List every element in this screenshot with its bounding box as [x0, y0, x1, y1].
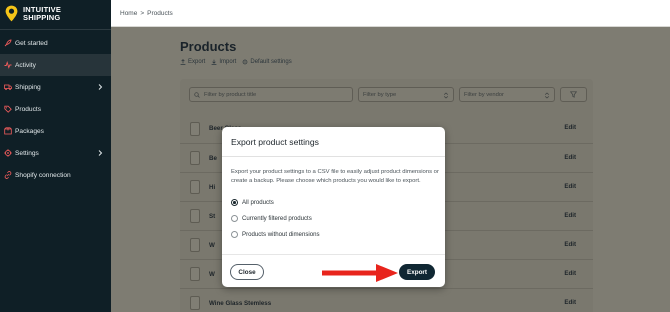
- radio-unselected[interactable]: [231, 231, 238, 238]
- funnel-icon: [570, 91, 577, 98]
- radio-selected[interactable]: [231, 199, 238, 206]
- option-label: Currently filtered products: [242, 215, 312, 222]
- edit-link[interactable]: Edit: [564, 124, 576, 131]
- select-caret-icon: [443, 92, 449, 99]
- export-action[interactable]: Export: [180, 59, 205, 65]
- gear-icon: [4, 149, 12, 157]
- table-row[interactable]: Wine Glass Stemless Edit: [180, 288, 593, 312]
- sidebar-item-label: Activity: [15, 61, 36, 69]
- rocket-icon: [4, 39, 12, 47]
- type-placeholder: Filter by type: [363, 91, 397, 98]
- product-name: Be: [209, 154, 217, 162]
- package-icon: [4, 127, 12, 135]
- sidebar-nav: Get started Activity Shipping Products P…: [0, 32, 111, 186]
- activity-icon: [4, 61, 12, 69]
- arrow-right-icon: [322, 264, 398, 282]
- sidebar-item-label: Get started: [15, 39, 48, 47]
- filter-by-vendor-select[interactable]: Filter by vendor: [459, 87, 555, 102]
- modal-title: Export product settings: [222, 127, 445, 157]
- truck-icon: [4, 83, 12, 91]
- brand-logo[interactable]: INTUITIVE SHIPPING: [0, 0, 111, 27]
- upload-icon: [180, 59, 186, 65]
- chevron-right-icon: [98, 150, 103, 156]
- product-thumbnail: [190, 267, 200, 281]
- sidebar-item-label: Shopify connection: [15, 171, 71, 179]
- option-label: Products without dimensions: [242, 231, 320, 238]
- sidebar-item-label: Products: [15, 105, 42, 113]
- radio-unselected[interactable]: [231, 215, 238, 222]
- sidebar-item-products[interactable]: Products: [0, 98, 111, 120]
- sidebar-item-shipping[interactable]: Shipping: [0, 76, 111, 98]
- close-button[interactable]: Close: [230, 264, 264, 280]
- filter-button[interactable]: [560, 87, 587, 102]
- modal-description: Export your product settings to a CSV fi…: [231, 169, 439, 184]
- sidebar-item-settings[interactable]: Settings: [0, 142, 111, 164]
- product-name: Wine Glass Stemless: [209, 299, 272, 307]
- sidebar-item-get-started[interactable]: Get started: [0, 32, 111, 54]
- page-title: Products: [180, 39, 237, 54]
- product-thumbnail: [190, 238, 200, 252]
- option-all-products[interactable]: All products: [231, 199, 274, 206]
- download-icon: [211, 59, 217, 65]
- breadcrumb: Home > Products: [111, 0, 670, 27]
- sidebar-item-label: Settings: [15, 149, 39, 157]
- location-pin-icon: [5, 5, 18, 22]
- sidebar-item-packages[interactable]: Packages: [0, 120, 111, 142]
- search-placeholder: Filter by product title: [204, 91, 257, 98]
- chevron-right-icon: [98, 84, 103, 90]
- edit-link[interactable]: Edit: [564, 241, 576, 248]
- export-action-label: Export: [188, 59, 206, 65]
- import-action-label: Import: [219, 59, 237, 65]
- product-name: W: [209, 270, 215, 278]
- breadcrumb-separator: >: [140, 9, 145, 17]
- product-thumbnail: [190, 180, 200, 194]
- option-label: All products: [242, 199, 274, 206]
- product-thumbnail: [190, 296, 200, 310]
- product-title-search-input[interactable]: Filter by product title: [189, 87, 353, 102]
- edit-link[interactable]: Edit: [564, 212, 576, 219]
- export-button[interactable]: Export: [399, 264, 435, 280]
- tag-icon: [4, 105, 12, 113]
- product-name: W: [209, 241, 215, 249]
- breadcrumb-current: Products: [147, 9, 173, 17]
- product-name: Hi: [209, 183, 216, 191]
- option-currently-filtered-products[interactable]: Currently filtered products: [231, 215, 312, 222]
- page-actions: Export Import Default settings: [180, 59, 292, 65]
- brand-line-2: SHIPPING: [23, 12, 61, 22]
- import-action[interactable]: Import: [211, 59, 236, 65]
- edit-link[interactable]: Edit: [564, 154, 576, 161]
- edit-link[interactable]: Edit: [564, 299, 576, 306]
- sidebar-item-activity[interactable]: Activity: [0, 54, 111, 76]
- product-thumbnail: [190, 121, 200, 136]
- sidebar-item-label: Shipping: [15, 83, 41, 91]
- sidebar-divider: [0, 29, 111, 30]
- search-icon: [194, 92, 200, 98]
- default-settings-action[interactable]: Default settings: [242, 59, 292, 65]
- filter-by-type-select[interactable]: Filter by type: [358, 87, 454, 102]
- edit-link[interactable]: Edit: [564, 270, 576, 277]
- default-settings-label: Default settings: [250, 59, 292, 65]
- breadcrumb-home-link[interactable]: Home: [120, 10, 137, 17]
- edit-link[interactable]: Edit: [564, 183, 576, 190]
- sidebar-item-label: Packages: [15, 127, 44, 135]
- sidebar-item-shopify-connection[interactable]: Shopify connection: [0, 164, 111, 186]
- product-name: St: [209, 212, 216, 220]
- vendor-placeholder: Filter by vendor: [464, 91, 504, 98]
- product-thumbnail: [190, 209, 200, 223]
- link-icon: [4, 171, 12, 179]
- gear-icon: [243, 59, 248, 65]
- option-products-without-dimensions[interactable]: Products without dimensions: [231, 231, 320, 238]
- select-caret-icon: [544, 92, 550, 99]
- filter-bar: Filter by product title Filter by type F…: [189, 87, 587, 102]
- product-thumbnail: [190, 151, 200, 165]
- brand-name: INTUITIVE SHIPPING: [23, 5, 61, 22]
- sidebar: INTUITIVE SHIPPING Get started Activity …: [0, 0, 111, 312]
